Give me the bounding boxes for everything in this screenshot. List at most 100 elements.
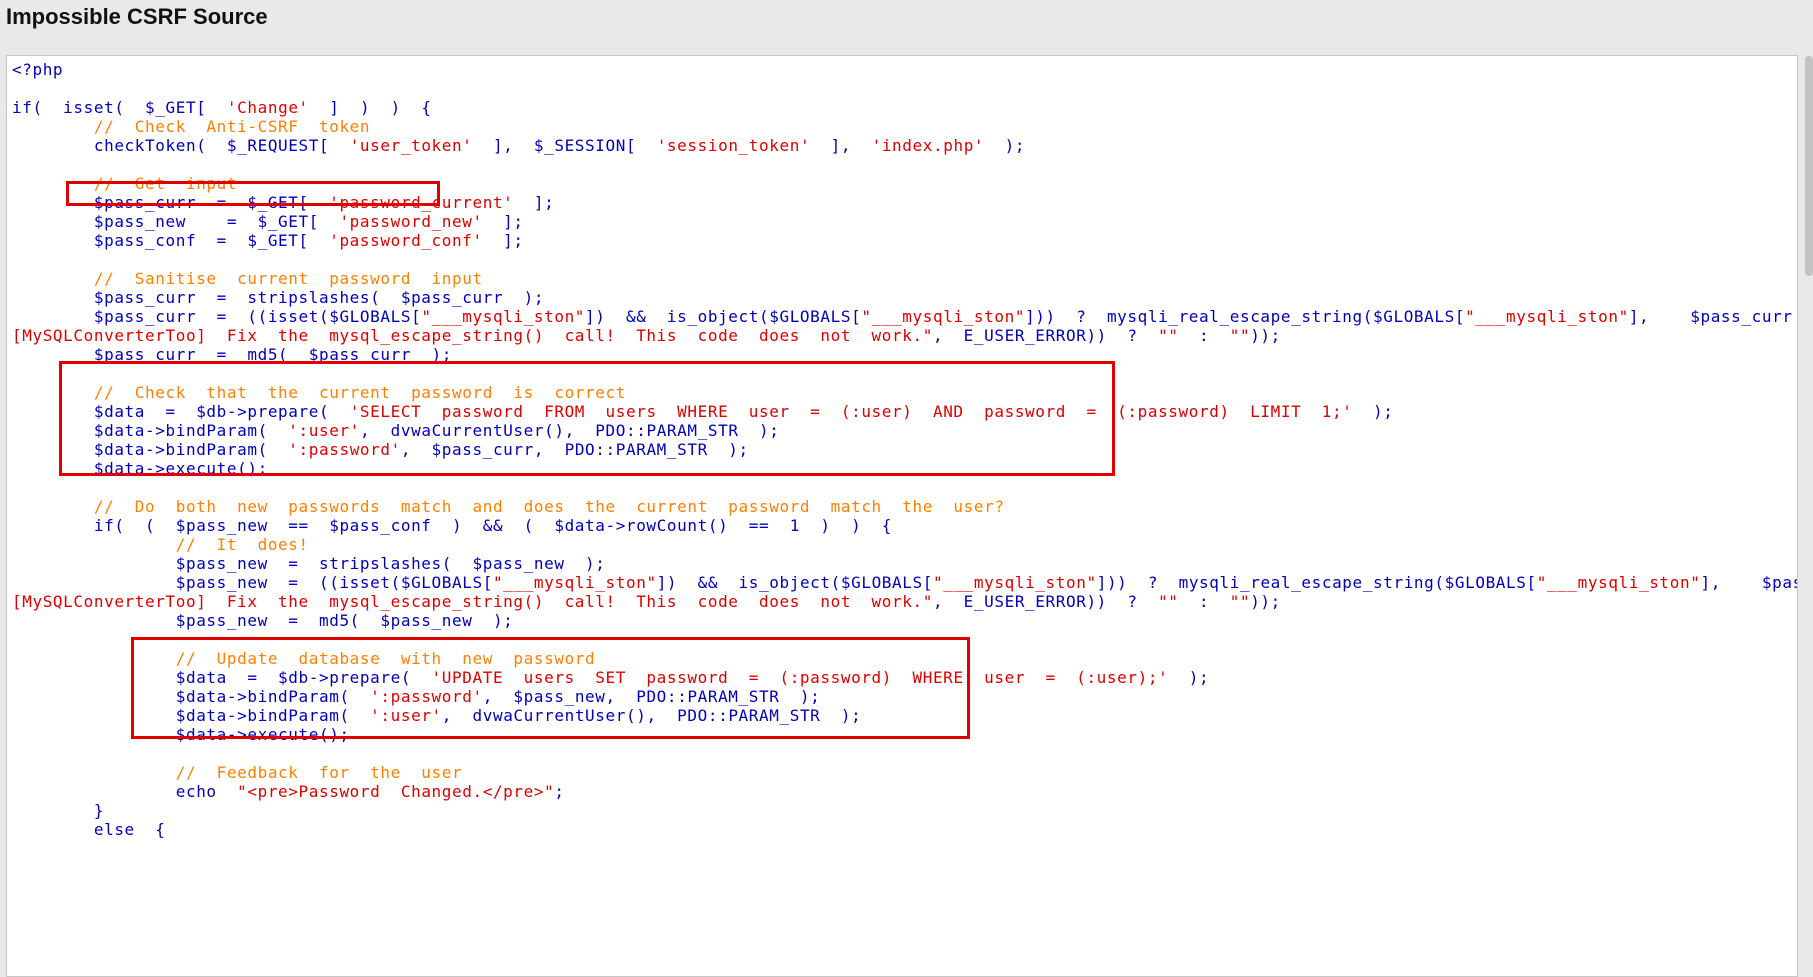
code-token: );: [1352, 402, 1394, 421]
code-line: // Get input: [12, 174, 237, 193]
code-token: , dvwaCurrentUser(), PDO::PARAM_STR );: [359, 421, 780, 440]
code-token: isset(: [63, 98, 125, 117]
code-line: $pass_new = ((isset($GLOBALS["___mysqli_…: [12, 573, 1797, 592]
code-token: $pass_conf = $_GET[: [12, 231, 330, 250]
code-token: 'Change': [226, 98, 309, 117]
code-token: ]) && is_object($GLOBALS[: [656, 573, 933, 592]
code-token: $pass_curr = md5( $pass_curr );: [12, 345, 453, 364]
code-token: $pass_new = $_GET[: [12, 212, 340, 231]
code-token: ':user': [370, 706, 442, 725]
code-token: echo: [12, 782, 238, 801]
code-token: ));: [1250, 592, 1281, 611]
code-token: ], $pass_curr ) : ((trigger_error(: [1628, 307, 1793, 326]
code-token: 'password_conf': [329, 231, 483, 250]
code-token: );: [984, 136, 1026, 155]
code-token: "<pre>Password Changed.</pre>": [237, 782, 555, 801]
code-token: :: [1178, 592, 1230, 611]
code-token: if(: [12, 98, 43, 117]
code-token: $_GET[: [145, 98, 207, 117]
code-line: <?php: [12, 60, 63, 79]
code-token: 'password_new': [339, 212, 483, 231]
code-line: if( ( $pass_new == $pass_conf ) && ( $da…: [12, 516, 892, 535]
code-line: $pass_curr = $_GET[ 'password_current' ]…: [12, 193, 554, 212]
code-token: );: [1168, 668, 1210, 687]
code-token: $pass_new = ((isset($GLOBALS[: [12, 573, 493, 592]
code-token: "": [1158, 326, 1179, 345]
code-token: "___mysqli_ston": [1465, 307, 1629, 326]
code-token: "": [1158, 592, 1179, 611]
code-token: "": [1229, 326, 1251, 345]
code-token: ':user': [288, 421, 360, 440]
code-line: // Sanitise current password input: [12, 269, 483, 288]
vertical-scrollbar[interactable]: [1805, 56, 1813, 276]
code-token: [MySQLConverterToo] Fix the mysql_escape…: [12, 326, 933, 345]
code-token: 'SELECT password FROM users WHERE user =…: [349, 402, 1353, 421]
code-line: $pass_curr = md5( $pass_curr );: [12, 345, 452, 364]
code-token: "___mysqli_ston": [861, 307, 1026, 326]
code-line: $pass_new = stripslashes( $pass_new );: [12, 554, 606, 573]
code-line: $data->bindParam( ':password', $pass_cur…: [12, 440, 749, 459]
code-token: else {: [12, 820, 166, 839]
code-token: ':password': [288, 440, 401, 459]
code-token: $data->bindParam(: [12, 706, 371, 725]
code-token: // Feedback for the user: [12, 763, 463, 782]
code-line: $data->bindParam( ':password', $pass_new…: [12, 687, 820, 706]
code-token: $data->bindParam(: [12, 421, 289, 440]
code-line: // Do both new passwords match and does …: [12, 497, 1005, 516]
code-line: $pass_curr = stripslashes( $pass_curr );: [12, 288, 544, 307]
code-token: $data->execute();: [12, 459, 268, 478]
code-token: $pass_new = md5( $pass_new );: [12, 611, 514, 630]
code-token: // Update database with new password: [12, 649, 596, 668]
code-token: $pass_curr = stripslashes( $pass_curr );: [12, 288, 545, 307]
code-token: // Check Anti-CSRF token: [12, 117, 371, 136]
code-line: // Update database with new password: [12, 649, 595, 668]
code-token: ], $pass_new ) : ((trigger_error(: [1700, 573, 1797, 592]
code-token: $pass_new = stripslashes( $pass_new );: [12, 554, 606, 573]
code-token: ], $_SESSION[: [472, 136, 657, 155]
code-line: else {: [12, 820, 166, 839]
code-line: $pass_curr = ((isset($GLOBALS["___mysqli…: [12, 307, 1797, 326]
code-token: $data = $db->prepare(: [12, 668, 432, 687]
code-token: 'password_current': [329, 193, 514, 212]
code-line: // Check that the current password is co…: [12, 383, 626, 402]
code-line: $pass_new = $_GET[ 'password_new' ];: [12, 212, 524, 231]
code-token: 'UPDATE users SET password = (:password)…: [431, 668, 1169, 687]
code-token: // Get input: [12, 174, 238, 193]
code-token: // Sanitise current password input: [12, 269, 483, 288]
code-line: $pass_conf = $_GET[ 'password_conf' ];: [12, 231, 524, 250]
code-token: "___mysqli_ston": [1536, 573, 1701, 592]
source-code-panel: <?php if( isset( $_GET[ 'Change' ] ) ) { …: [6, 55, 1798, 977]
code-token: , $pass_curr, PDO::PARAM_STR );: [400, 440, 749, 459]
code-line: $data->execute();: [12, 459, 268, 478]
code-token: 'index.php': [871, 136, 985, 155]
code-line: $data->bindParam( ':user', dvwaCurrentUs…: [12, 706, 861, 725]
code-token: , $pass_new, PDO::PARAM_STR );: [482, 687, 821, 706]
code-line: if( isset( $_GET[ 'Change' ] ) ) {: [12, 98, 432, 117]
code-token: [MySQLConverterToo] Fix the mysql_escape…: [12, 592, 933, 611]
code-line: // Feedback for the user: [12, 763, 462, 782]
code-token: // Do both new passwords match and does …: [12, 497, 1005, 516]
code-token: "___mysqli_ston": [492, 573, 657, 592]
code-token: checkToken( $_REQUEST[: [12, 136, 350, 155]
code-token: // It does!: [12, 535, 309, 554]
code-line: $data->bindParam( ':user', dvwaCurrentUs…: [12, 421, 779, 440]
code-token: 'user_token': [349, 136, 473, 155]
code-line: $data->execute();: [12, 725, 350, 744]
code-token: ];: [482, 231, 524, 250]
code-line: }: [12, 801, 104, 820]
code-token: <?php: [12, 60, 64, 79]
code-token: "___mysqli_ston": [421, 307, 586, 326]
code-token: ];: [482, 212, 524, 231]
code-token: ]) && is_object($GLOBALS[: [585, 307, 862, 326]
code-token: $data->bindParam(: [12, 687, 371, 706]
source-code: <?php if( isset( $_GET[ 'Change' ] ) ) { …: [7, 56, 1797, 976]
code-token: ])) ? mysqli_real_escape_string($GLOBALS…: [1025, 307, 1466, 326]
code-token: ));: [1250, 326, 1281, 345]
code-token: , dvwaCurrentUser(), PDO::PARAM_STR );: [441, 706, 862, 725]
code-token: $data = $db->prepare(: [12, 402, 350, 421]
code-line: // It does!: [12, 535, 309, 554]
